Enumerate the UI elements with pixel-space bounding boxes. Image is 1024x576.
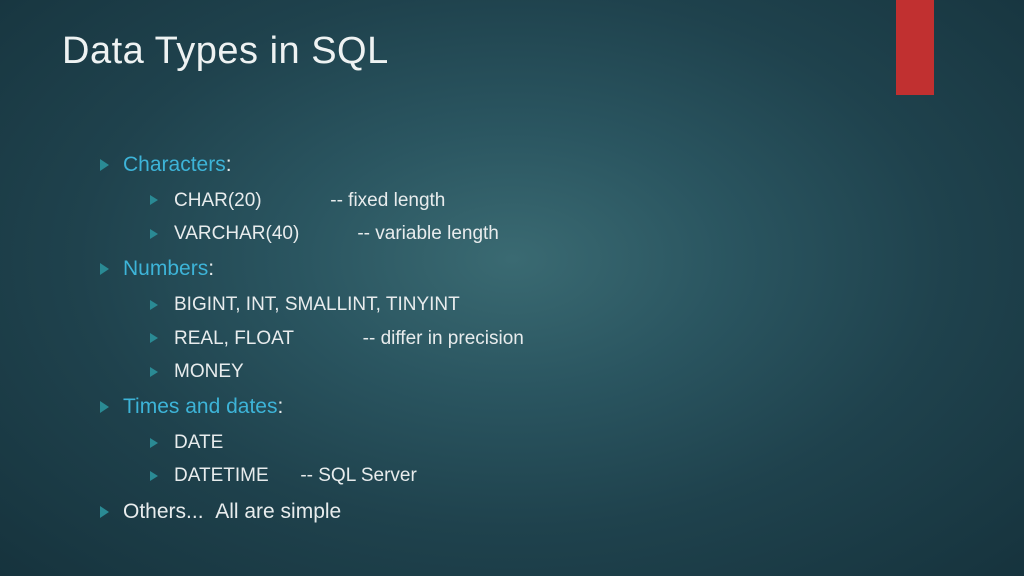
item-text: CHAR(20) -- fixed length xyxy=(174,186,445,215)
section-heading: Times and dates: xyxy=(100,390,524,424)
triangle-bullet-icon xyxy=(100,506,109,518)
heading-colon: : xyxy=(208,257,214,280)
ribbon-accent xyxy=(896,0,934,95)
list-item: BIGINT, INT, SMALLINT, TINYINT xyxy=(150,290,524,319)
item-text: REAL, FLOAT -- differ in precision xyxy=(174,324,524,353)
footer-text: Others... All are simple xyxy=(123,495,341,529)
triangle-bullet-icon xyxy=(100,263,109,275)
heading-colon: : xyxy=(277,395,283,418)
item-text: DATE xyxy=(174,428,223,457)
triangle-bullet-icon xyxy=(150,471,158,481)
item-text: VARCHAR(40) -- variable length xyxy=(174,219,499,248)
list-item: MONEY xyxy=(150,357,524,386)
slide-content: Characters: CHAR(20) -- fixed length VAR… xyxy=(100,148,524,532)
heading-text: Times and dates xyxy=(123,395,277,418)
list-item: CHAR(20) -- fixed length xyxy=(150,186,524,215)
heading-text: Characters xyxy=(123,153,226,176)
footer-item: Others... All are simple xyxy=(100,495,524,529)
item-text: MONEY xyxy=(174,357,244,386)
list-item: VARCHAR(40) -- variable length xyxy=(150,219,524,248)
list-item: DATETIME -- SQL Server xyxy=(150,461,524,490)
triangle-bullet-icon xyxy=(150,367,158,377)
triangle-bullet-icon xyxy=(100,401,109,413)
triangle-bullet-icon xyxy=(150,229,158,239)
section-heading: Characters: xyxy=(100,148,524,182)
list-item: DATE xyxy=(150,428,524,457)
triangle-bullet-icon xyxy=(150,195,158,205)
triangle-bullet-icon xyxy=(150,300,158,310)
item-text: BIGINT, INT, SMALLINT, TINYINT xyxy=(174,290,460,319)
heading-colon: : xyxy=(226,153,232,176)
item-text: DATETIME -- SQL Server xyxy=(174,461,417,490)
list-item: REAL, FLOAT -- differ in precision xyxy=(150,324,524,353)
triangle-bullet-icon xyxy=(100,159,109,171)
slide-title: Data Types in SQL xyxy=(62,30,389,73)
section-heading: Numbers: xyxy=(100,252,524,286)
heading-text: Numbers xyxy=(123,257,208,280)
triangle-bullet-icon xyxy=(150,333,158,343)
triangle-bullet-icon xyxy=(150,438,158,448)
